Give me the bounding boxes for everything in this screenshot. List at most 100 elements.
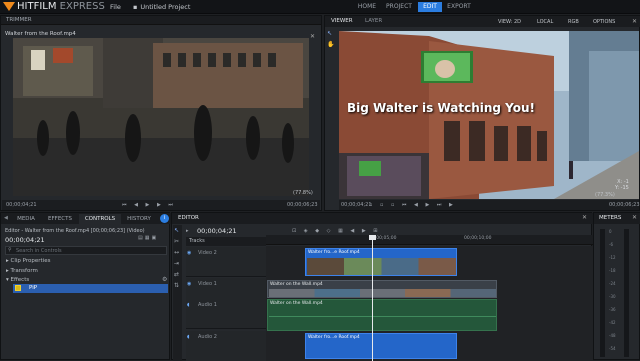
search-input[interactable]: ⚲ Search in Controls <box>5 246 167 255</box>
effect-row-pip[interactable]: PiP <box>13 284 168 293</box>
viewer-panel: VIEWER LAYER VIEW: 2D LOCAL RGB OPTIONS … <box>324 15 640 211</box>
view-mode-icons[interactable]: ▤▦▣ <box>138 235 166 243</box>
group-effects[interactable]: ▾ Effects <box>6 277 29 283</box>
controls-timecode[interactable]: 00;00;04;21 <box>5 236 45 244</box>
effect-name: PiP <box>29 285 38 291</box>
meter-tick: -6 <box>609 242 613 247</box>
editor-clip-title: Editor - Walter from the Roof.mp4 [00;00… <box>5 228 145 234</box>
tab-viewer[interactable]: VIEWER <box>331 18 353 24</box>
roll-tool-icon[interactable]: ⇄ <box>174 271 181 278</box>
track-header-audio1: ◖ Audio 1 <box>186 299 266 329</box>
nav-export[interactable]: EXPORT <box>444 2 474 12</box>
tab-history[interactable]: HISTORY <box>122 214 156 224</box>
close-icon[interactable]: ✕ <box>632 214 637 221</box>
clip-thumbnails <box>307 258 456 275</box>
trimmer-clip-name: Walter from the Roof.mp4 <box>5 31 76 37</box>
track-name-audio1: Audio 1 <box>198 302 217 308</box>
close-icon[interactable]: ✕ <box>582 214 587 221</box>
meter-tick: -36 <box>609 307 616 312</box>
meter-tick: -18 <box>609 268 616 273</box>
waveform <box>269 316 496 317</box>
speaker-icon[interactable]: ◖ <box>187 302 190 308</box>
playhead[interactable] <box>372 235 373 361</box>
editor-title: EDITOR <box>178 215 199 221</box>
ruler-label-10s: 00;00;10;00 <box>464 236 492 241</box>
meter-scale: 0 -6 -12 -18 -24 -30 -36 -42 -48 -54 <box>609 229 623 357</box>
editor-timecode[interactable]: 00;00;04;21 <box>197 227 237 235</box>
speaker-icon[interactable]: ◖ <box>187 334 190 340</box>
viewer-controls: 00;00;04;21 ▫ ▫ ▫ ⏮ ◀ ▶ ⏭ ▶ 00;00;06;23 <box>339 200 640 210</box>
group-clip-properties[interactable]: ▸ Clip Properties <box>6 258 50 264</box>
visibility-eye-icon[interactable]: ◉ <box>187 250 191 256</box>
timeline-mode-icon[interactable]: ▸ <box>186 228 189 234</box>
trimmer-video[interactable] <box>13 38 309 196</box>
local-select[interactable]: LOCAL <box>537 19 553 25</box>
meter-tick: -12 <box>609 255 616 260</box>
select-tool-icon[interactable]: ↖ <box>174 227 181 234</box>
viewer-time-right: 00;00;06;23 <box>609 202 640 208</box>
viewer-transport-icons[interactable]: ▫ ▫ ▫ ⏮ ◀ ▶ ⏭ ▶ <box>369 200 456 210</box>
meter-tick: -48 <box>609 333 616 338</box>
ripple-tool-icon[interactable]: ⇥ <box>174 260 181 267</box>
options-menu[interactable]: OPTIONS <box>593 19 615 25</box>
track-header-video2: ◉ Video 2 <box>186 247 266 277</box>
info-icon[interactable]: i <box>160 214 169 223</box>
meter-tick: -30 <box>609 294 616 299</box>
tab-layer[interactable]: LAYER <box>365 18 382 24</box>
trimmer-zoom[interactable]: (77.8%) <box>293 190 313 196</box>
rgb-select[interactable]: RGB <box>568 19 579 25</box>
rate-tool-icon[interactable]: ⇅ <box>174 282 181 289</box>
editor-header <box>172 213 593 224</box>
view-select[interactable]: VIEW: 2D <box>498 19 521 25</box>
hand-tool-icon[interactable]: ✋ <box>327 41 334 48</box>
tool-strip: ↖ ✂ ↔ ⇥ ⇄ ⇅ <box>173 225 182 361</box>
meter-left-bar <box>600 229 605 357</box>
tab-scroll-left-icon[interactable]: ◀ <box>4 215 8 221</box>
meter-tick: -54 <box>609 346 616 351</box>
tab-effects[interactable]: EFFECTS <box>43 214 77 224</box>
project-name[interactable]: Untitled Project <box>140 3 190 11</box>
timeline-toolbar-icons[interactable]: ⊡ ◈ ◆ ◇ ▦ ◀ ▶ ⊞ <box>292 228 380 234</box>
tracks-header: Tracks <box>186 237 266 246</box>
visibility-eye-icon[interactable]: ◉ <box>187 281 191 287</box>
select-tool-icon[interactable]: ↖ <box>327 30 332 37</box>
trimmer-title: TRIMMER <box>1 16 321 25</box>
trimmer-panel: TRIMMER Walter from the Roof.mp4 ✕ (77.8… <box>0 15 322 211</box>
trimmer-time-left: 00;00;04;21 <box>6 202 37 208</box>
group-transform[interactable]: ▸ Transform <box>6 268 38 274</box>
effects-settings-icon[interactable]: ⚙ <box>162 276 167 283</box>
viewer-zoom[interactable]: (77.3%) <box>595 192 615 198</box>
clip-label: Walter fro...e Roof.mp4 <box>308 335 360 340</box>
hitfilm-logo-icon <box>3 2 15 11</box>
nav-home[interactable]: HOME <box>352 2 382 12</box>
tab-media[interactable]: MEDIA <box>11 214 41 224</box>
clip-audio1[interactable]: Walter on the Wall.mp4 <box>267 299 497 331</box>
track-name-video1: Video 1 <box>198 281 217 287</box>
nav-edit[interactable]: EDIT <box>418 2 442 12</box>
clip-thumbnails <box>269 289 496 297</box>
track-name-audio2: Audio 2 <box>198 334 217 340</box>
close-icon[interactable]: ✕ <box>310 33 315 40</box>
clip-video1[interactable]: Walter on the Wall.mp4 <box>267 280 497 298</box>
app-logo: HITFILM EXPRESS <box>17 1 105 12</box>
clip-video2[interactable]: Walter fro...e Roof.mp4 <box>305 248 457 276</box>
viewer-time-left: 00;00;04;21 <box>341 202 372 208</box>
tab-controls[interactable]: CONTROLS <box>79 214 121 224</box>
menu-file[interactable]: File <box>110 3 121 11</box>
meter-right-bar <box>624 229 629 357</box>
close-icon[interactable]: ✕ <box>632 18 637 25</box>
nav-project[interactable]: PROJECT <box>382 2 416 12</box>
transport-icons[interactable]: ⏮ ◀ ▶ ▶ ⏭ <box>122 200 176 210</box>
playhead-handle[interactable] <box>369 235 376 240</box>
top-bar: HITFILM EXPRESS File ▪ Untitled Project H… <box>0 0 640 14</box>
clip-label: Walter on the Wall.mp4 <box>270 301 323 306</box>
meters-panel: METERS ✕ 0 -6 -12 -18 -24 -30 -36 -42 -4… <box>593 212 640 360</box>
meters-title: METERS <box>599 215 622 221</box>
slip-tool-icon[interactable]: ↔ <box>174 249 181 256</box>
clip-audio2[interactable]: Walter fro...e Roof.mp4 <box>305 333 457 359</box>
viewer-video[interactable] <box>339 31 639 199</box>
slice-tool-icon[interactable]: ✂ <box>174 238 181 245</box>
editor-panel: EDITOR ✕ ↖ ✂ ↔ ⇥ ⇄ ⇅ ▸ 00;00;04;21 ⊡ ◈ ◆… <box>171 212 593 361</box>
time-ruler[interactable]: 00;00;05;00 00;00;10;00 <box>266 235 593 245</box>
effect-checkbox[interactable] <box>15 285 21 291</box>
